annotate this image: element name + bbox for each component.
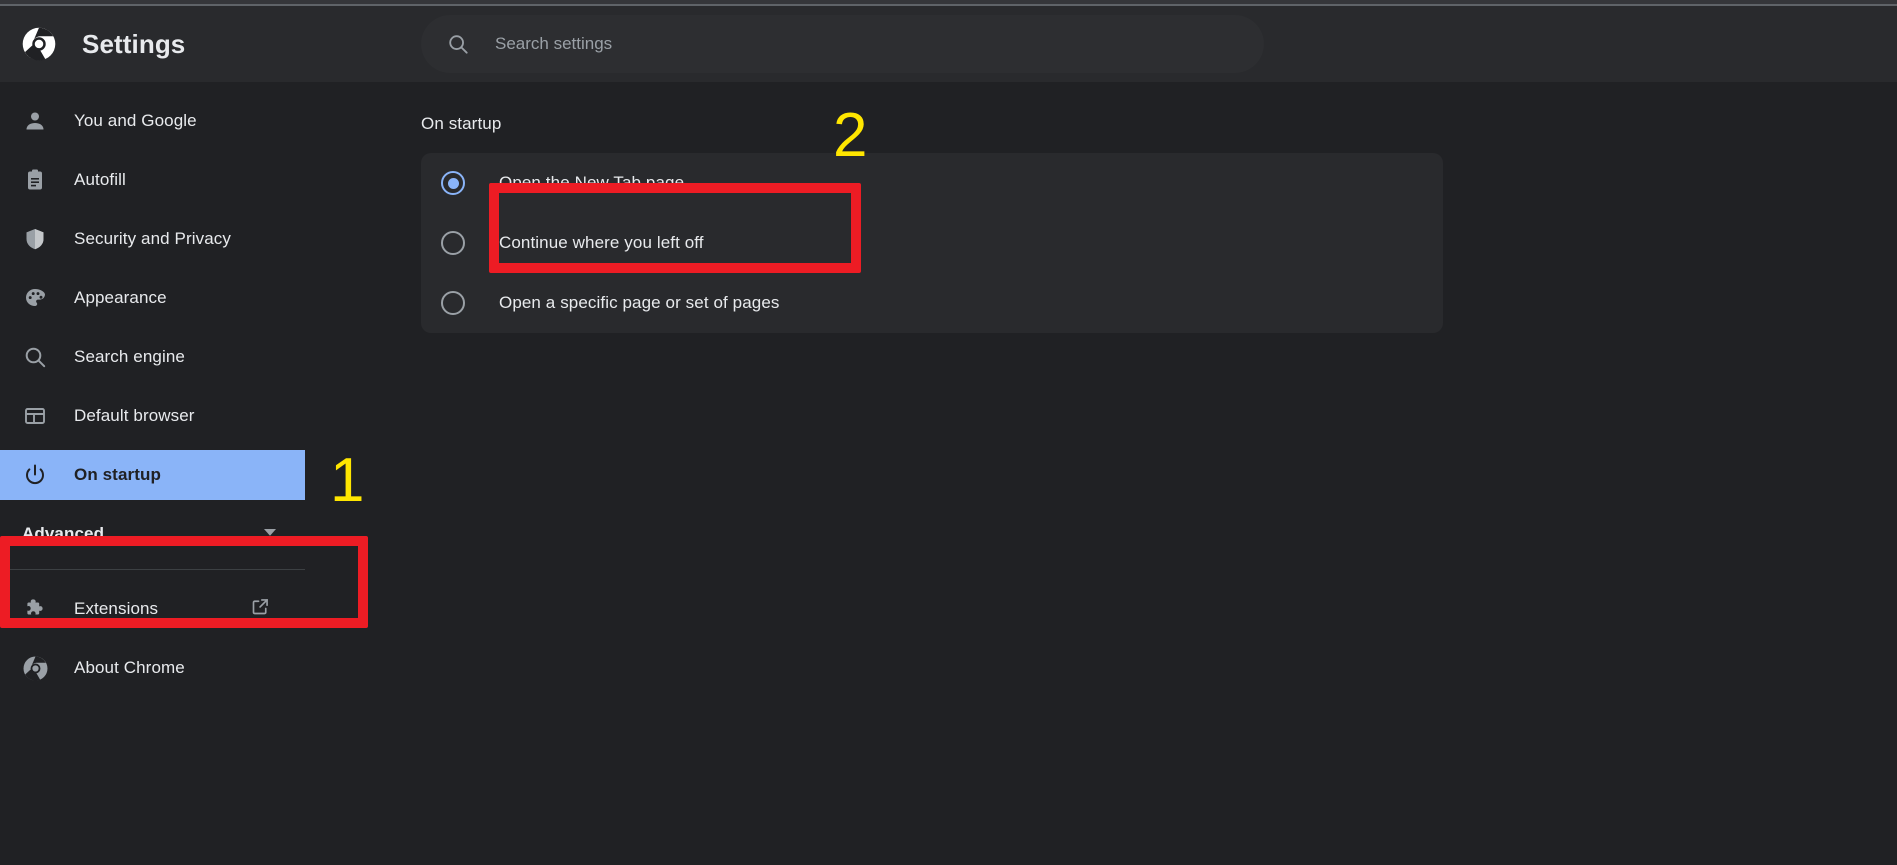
sidebar-item-about-chrome[interactable]: About Chrome: [0, 643, 297, 693]
startup-option-label: Open a specific page or set of pages: [499, 293, 780, 312]
radio-button[interactable]: [441, 291, 465, 315]
sidebar-advanced-toggle[interactable]: Advanced: [0, 509, 305, 559]
startup-option-label: Open the New Tab page: [499, 173, 685, 192]
sidebar-item-label: Search engine: [74, 347, 185, 366]
section-title: On startup: [421, 114, 502, 133]
settings-header: Settings: [0, 6, 1897, 82]
sidebar-advanced-label: Advanced: [22, 524, 105, 543]
settings-page: Settings You and Google: [0, 0, 1897, 865]
sidebar-item-default-browser[interactable]: Default browser: [0, 391, 297, 441]
palette-icon: [22, 285, 48, 311]
startup-option-specific-pages[interactable]: Open a specific page or set of pages: [421, 273, 1443, 333]
chrome-logo-icon: [22, 655, 48, 681]
brand: Settings: [0, 6, 388, 82]
search-icon: [22, 344, 48, 370]
startup-option-label: Continue where you left off: [499, 233, 704, 252]
clipboard-icon: [22, 167, 48, 193]
startup-option-new-tab-page[interactable]: Open the New Tab page: [421, 153, 1443, 213]
browser-window-icon: [22, 403, 48, 429]
radio-button[interactable]: [441, 231, 465, 255]
search-icon: [447, 33, 469, 55]
power-icon: [22, 462, 48, 488]
sidebar-item-extensions[interactable]: Extensions: [0, 584, 297, 634]
radio-button[interactable]: [441, 171, 465, 195]
sidebar-item-search-engine[interactable]: Search engine: [0, 332, 297, 382]
startup-options-card: Open the New Tab page Continue where you…: [421, 153, 1443, 333]
sidebar-item-label: Autofill: [74, 170, 126, 189]
sidebar-item-appearance[interactable]: Appearance: [0, 273, 297, 323]
sidebar-item-label: You and Google: [74, 111, 197, 130]
puzzle-piece-icon: [22, 596, 48, 622]
sidebar-item-security-and-privacy[interactable]: Security and Privacy: [0, 214, 297, 264]
sidebar-item-label: Security and Privacy: [74, 229, 231, 248]
sidebar-item-label: Extensions: [74, 599, 159, 618]
chrome-logo-icon: [22, 27, 56, 61]
sidebar: You and Google Autofill Security and Pri…: [0, 82, 305, 865]
chevron-down-icon: [261, 523, 279, 546]
sidebar-item-label: Default browser: [74, 406, 195, 425]
external-link-icon[interactable]: [250, 596, 271, 622]
sidebar-divider: [0, 569, 305, 570]
sidebar-item-you-and-google[interactable]: You and Google: [0, 96, 297, 146]
search-settings-bar[interactable]: [421, 15, 1264, 73]
main-content: On startup Open the New Tab page Continu…: [305, 82, 1897, 865]
search-input[interactable]: [495, 29, 1195, 59]
shield-icon: [22, 226, 48, 252]
window-top-strip-inner: [0, 0, 1897, 4]
sidebar-item-on-startup[interactable]: On startup: [0, 450, 305, 500]
sidebar-item-autofill[interactable]: Autofill: [0, 155, 297, 205]
sidebar-item-label: About Chrome: [74, 658, 185, 677]
startup-option-continue-where-left-off[interactable]: Continue where you left off: [421, 213, 1443, 273]
sidebar-item-label: Appearance: [74, 288, 167, 307]
sidebar-item-label: On startup: [74, 465, 161, 484]
person-icon: [22, 108, 48, 134]
page-title: Settings: [82, 28, 186, 59]
